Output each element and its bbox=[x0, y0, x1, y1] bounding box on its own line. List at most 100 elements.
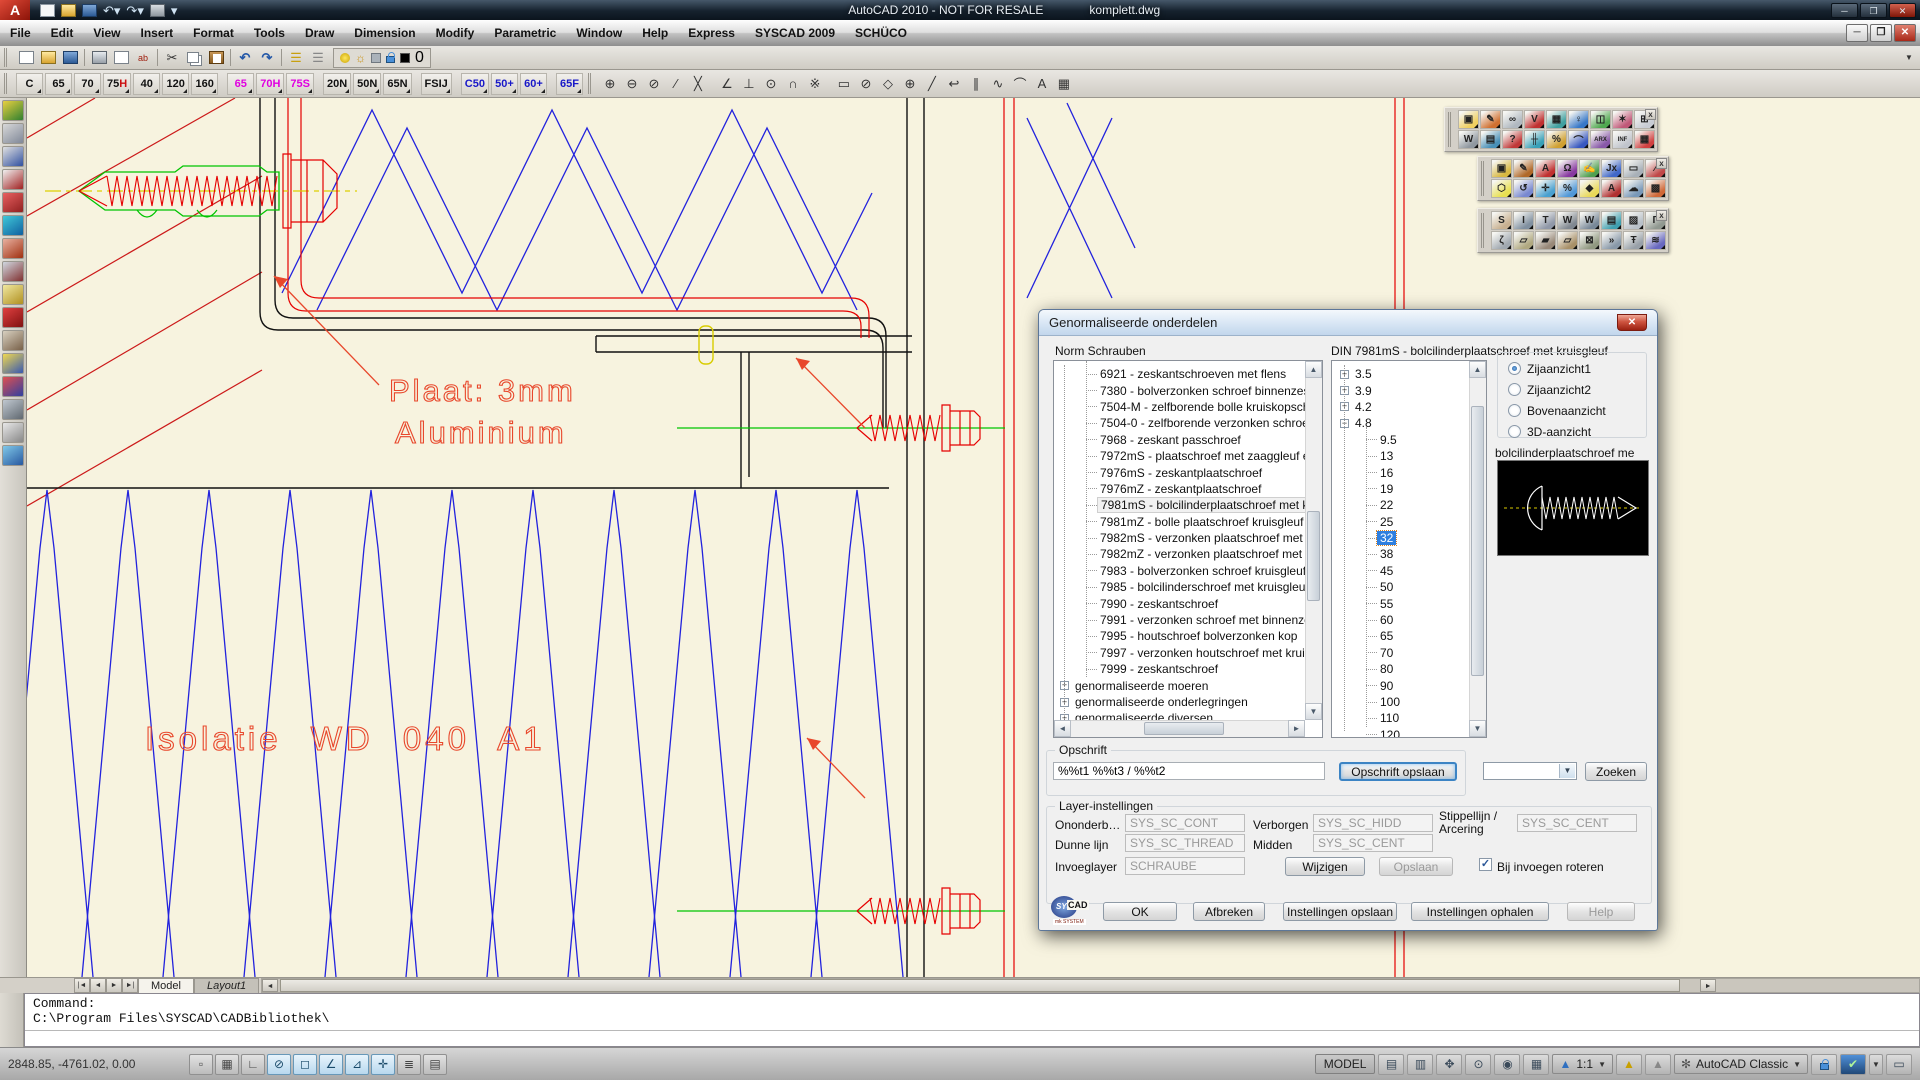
redo-icon[interactable]: ↷▾ bbox=[126, 4, 143, 17]
tree-row[interactable]: 7504-M - zelfborende bolle kruiskopschro… bbox=[1054, 399, 1305, 415]
float-toolbar-icon[interactable]: ⌒ bbox=[1568, 130, 1589, 149]
size-item[interactable]: 9.5 bbox=[1377, 433, 1400, 447]
draw-tool-icon-7[interactable]: ⊙ bbox=[760, 74, 782, 94]
view-option-3d-aanzicht[interactable]: 3D-aanzicht bbox=[1508, 424, 1646, 439]
radio-icon[interactable] bbox=[1508, 425, 1521, 438]
sidebar-tool-icon-5[interactable] bbox=[2, 215, 24, 236]
syscad-button-50[interactable]: 50+ bbox=[491, 73, 518, 95]
size-node[interactable]: 3.9 bbox=[1352, 384, 1375, 398]
float-toolbar-icon[interactable]: I bbox=[1513, 211, 1534, 230]
float-toolbar-icon[interactable]: ↺ bbox=[1513, 179, 1534, 198]
syscad-button-65f[interactable]: 65F bbox=[556, 73, 583, 95]
size-item[interactable]: 19 bbox=[1377, 482, 1396, 496]
part-item[interactable]: 7997 - verzonken houtschroef met kruisgl… bbox=[1097, 646, 1305, 660]
tree-row[interactable]: 22 bbox=[1332, 497, 1469, 513]
copy-icon[interactable] bbox=[183, 48, 205, 68]
size-item[interactable]: 120 bbox=[1377, 728, 1403, 737]
autoscale-icon[interactable]: ▲ bbox=[1645, 1054, 1671, 1075]
tree-row[interactable]: 70 bbox=[1332, 645, 1469, 661]
plot-preview-icon[interactable] bbox=[110, 48, 132, 68]
group-item[interactable]: genormaliseerde moeren bbox=[1072, 679, 1211, 693]
opschrift-opslaan-button[interactable]: Opschrift opslaan bbox=[1339, 762, 1457, 781]
view-option-bovenaanzicht[interactable]: Bovenaanzicht bbox=[1508, 403, 1646, 418]
float-toolbar-icon[interactable]: ∞ bbox=[1502, 110, 1523, 129]
float-toolbar-icon[interactable]: % bbox=[1557, 179, 1578, 198]
part-item[interactable]: 7380 - bolverzonken schroef binnenzeskan… bbox=[1097, 384, 1305, 398]
opslaan-button[interactable]: Opslaan bbox=[1379, 857, 1453, 876]
syscad-button-65n[interactable]: 65N bbox=[383, 73, 411, 95]
draw-tool-icon-6[interactable]: ⊥ bbox=[738, 74, 760, 94]
spell-check-icon[interactable]: ab bbox=[132, 48, 154, 68]
sidebar-tool-icon-8[interactable] bbox=[2, 284, 24, 305]
tree-row[interactable]: 7972mS - plaatschroef met zaaggleuf en v… bbox=[1054, 448, 1305, 464]
sidebar-tool-icon-9[interactable] bbox=[2, 307, 24, 328]
tree-row[interactable]: 7976mS - zeskantplaatschroef bbox=[1054, 464, 1305, 480]
float-toolbar-icon[interactable]: ▦ bbox=[1546, 110, 1567, 129]
doc-close-button[interactable]: ✕ bbox=[1894, 24, 1916, 42]
tree-row[interactable]: 7981mZ - bolle plaatschroef kruisgleuf bbox=[1054, 514, 1305, 530]
sys-sc-cont-field[interactable] bbox=[1125, 814, 1245, 832]
tree-row[interactable]: 32 bbox=[1332, 530, 1469, 546]
menu-item-draw[interactable]: Draw bbox=[295, 20, 344, 46]
layout-icon[interactable]: ▤ bbox=[1378, 1054, 1404, 1075]
opschrift-input[interactable] bbox=[1053, 762, 1325, 780]
part-item[interactable]: 7999 - zeskantschroef bbox=[1097, 662, 1221, 676]
syscad-button-c[interactable]: C bbox=[16, 73, 43, 95]
scrollbar-thumb[interactable] bbox=[280, 979, 1680, 992]
size-item[interactable]: 25 bbox=[1377, 515, 1396, 529]
float-toolbar-icon[interactable]: % bbox=[1546, 130, 1567, 149]
close-button[interactable]: ✕ bbox=[1889, 3, 1916, 18]
size-node[interactable]: 4.8 bbox=[1352, 416, 1375, 430]
size-item[interactable]: 90 bbox=[1377, 679, 1396, 693]
syscad-button-160[interactable]: 160 bbox=[191, 73, 218, 95]
part-item[interactable]: 7981mZ - bolle plaatschroef kruisgleuf bbox=[1097, 515, 1305, 529]
dialog-close-icon[interactable]: ✕ bbox=[1617, 314, 1647, 331]
draw-tool-icon-8[interactable]: ∩ bbox=[782, 74, 804, 94]
tree-row[interactable]: +genormaliseerde moeren bbox=[1054, 677, 1305, 693]
part-item[interactable]: 7504-M - zelfborende bolle kruiskopschro… bbox=[1097, 400, 1305, 414]
float-toolbar-icon[interactable]: Ŧ bbox=[1623, 231, 1644, 250]
layer-control[interactable]: ☼ 0 bbox=[333, 48, 431, 68]
tree-row[interactable]: 7976mZ - zeskantplaatschroef bbox=[1054, 481, 1305, 497]
float-toolbar-icon[interactable]: A bbox=[1535, 159, 1556, 178]
draw-tool-icon-18[interactable]: ⌒ bbox=[1009, 74, 1031, 94]
tree-row[interactable]: 7504-0 - zelfborende verzonken schroeven… bbox=[1054, 415, 1305, 431]
syscad-button-c50[interactable]: C50 bbox=[461, 73, 489, 95]
toolbar-close-icon[interactable]: x bbox=[1656, 158, 1667, 169]
draw-tool-icon-1[interactable]: ⊖ bbox=[621, 74, 643, 94]
float-toolbar-icon[interactable]: ✎ bbox=[1513, 159, 1534, 178]
radio-icon[interactable] bbox=[1508, 404, 1521, 417]
tree-row[interactable]: 16 bbox=[1332, 464, 1469, 480]
status-menu-icon[interactable]: ▼ bbox=[1869, 1054, 1883, 1075]
sidebar-tool-icon-12[interactable] bbox=[2, 376, 24, 397]
part-item[interactable]: 7983 - bolverzonken schroef kruisgleuf bbox=[1097, 564, 1305, 578]
part-item[interactable]: 7982mZ - verzonken plaatschroef met krui… bbox=[1097, 547, 1305, 561]
tab-model[interactable]: Model bbox=[138, 978, 194, 993]
float-toolbar-icon[interactable]: A bbox=[1601, 179, 1622, 198]
tab-layout1[interactable]: Layout1 bbox=[194, 978, 259, 993]
last-tab-icon[interactable]: ►| bbox=[122, 978, 138, 993]
tree-row[interactable]: 50 bbox=[1332, 579, 1469, 595]
redo-icon[interactable]: ↷ bbox=[256, 48, 278, 68]
toolbar-grip[interactable] bbox=[4, 48, 11, 66]
draw-tool-icon-9[interactable]: ※ bbox=[804, 74, 826, 94]
dialog-title-bar[interactable]: Genormaliseerde onderdelen ✕ bbox=[1039, 310, 1657, 336]
float-toolbar-icon[interactable]: ? bbox=[1502, 130, 1523, 149]
tree-row[interactable]: 7968 - zeskant passchroef bbox=[1054, 432, 1305, 448]
float-toolbar-icon[interactable]: ▣ bbox=[1491, 159, 1512, 178]
tree-row[interactable]: 7983 - bolverzonken schroef kruisgleuf bbox=[1054, 563, 1305, 579]
tree-row[interactable]: +genormaliseerde onderlegringen bbox=[1054, 694, 1305, 710]
float-toolbar-icon[interactable]: ☁ bbox=[1623, 179, 1644, 198]
sys-sc-cent2-field[interactable] bbox=[1313, 834, 1433, 852]
float-toolbar-icon[interactable]: T bbox=[1535, 211, 1556, 230]
size-node[interactable]: 4.2 bbox=[1352, 400, 1375, 414]
size-item[interactable]: 38 bbox=[1377, 547, 1396, 561]
schraube-field[interactable] bbox=[1125, 857, 1245, 875]
float-toolbar-icon[interactable]: Ω bbox=[1557, 159, 1578, 178]
size-item[interactable]: 100 bbox=[1377, 695, 1403, 709]
toolbar-grip[interactable] bbox=[588, 73, 595, 95]
size-item[interactable]: 32 bbox=[1377, 531, 1396, 545]
size-tree-vscrollbar[interactable]: ▲ ▼ bbox=[1469, 361, 1486, 737]
sidebar-tool-icon-2[interactable] bbox=[2, 146, 24, 167]
menu-item-syscad-2009[interactable]: SYSCAD 2009 bbox=[745, 20, 845, 46]
